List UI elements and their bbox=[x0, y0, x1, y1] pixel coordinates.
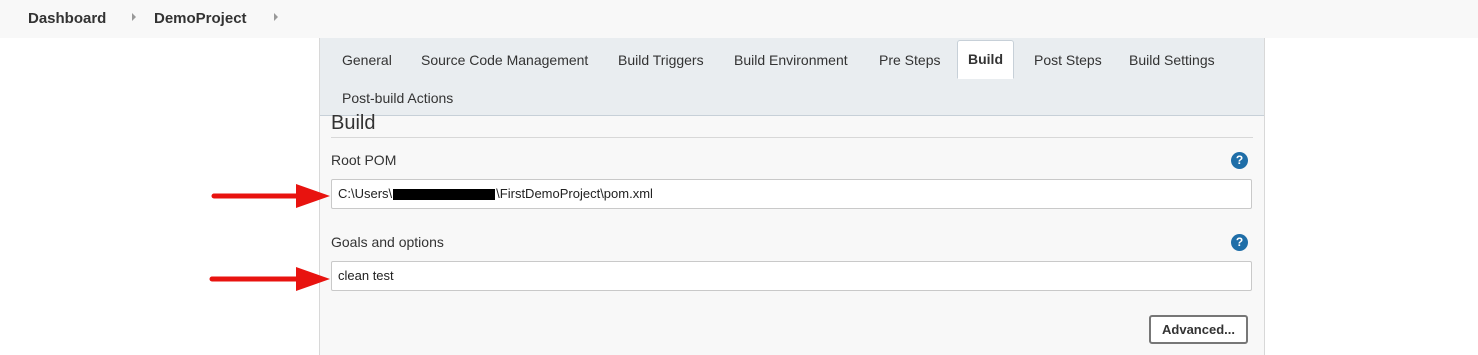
help-icon[interactable]: ? bbox=[1231, 152, 1248, 169]
chevron-right-icon[interactable] bbox=[132, 13, 136, 21]
root-pom-label: Root POM bbox=[331, 152, 397, 168]
tab-build-triggers[interactable]: Build Triggers bbox=[618, 52, 704, 68]
help-icon[interactable]: ? bbox=[1231, 234, 1248, 251]
tab-post-steps[interactable]: Post Steps bbox=[1034, 52, 1102, 68]
goals-label: Goals and options bbox=[331, 234, 444, 250]
breadcrumb-demoproject[interactable]: DemoProject bbox=[154, 10, 247, 27]
tab-build-environment[interactable]: Build Environment bbox=[734, 52, 848, 68]
breadcrumb: Dashboard DemoProject bbox=[0, 0, 1478, 38]
goals-input[interactable]: clean test bbox=[331, 261, 1252, 291]
config-panel: General Source Code Management Build Tri… bbox=[319, 38, 1265, 355]
section-divider bbox=[331, 137, 1253, 138]
tab-post-build-actions[interactable]: Post-build Actions bbox=[342, 90, 453, 106]
root-pom-value-prefix: C:\Users\ bbox=[338, 186, 393, 201]
advanced-button[interactable]: Advanced... bbox=[1149, 315, 1248, 344]
chevron-right-icon[interactable] bbox=[274, 13, 278, 21]
red-arrow-icon bbox=[211, 184, 330, 208]
redaction-block bbox=[393, 189, 496, 201]
tab-build-settings[interactable]: Build Settings bbox=[1129, 52, 1215, 68]
root-pom-value-suffix: \FirstDemoProject\pom.xml bbox=[496, 186, 653, 201]
tab-pre-steps[interactable]: Pre Steps bbox=[879, 52, 940, 68]
tab-general[interactable]: General bbox=[342, 52, 392, 68]
red-arrow-icon bbox=[209, 267, 330, 291]
root-pom-input[interactable]: C:\Users\ \FirstDemoProject\pom.xml bbox=[331, 179, 1252, 209]
tab-build[interactable]: Build bbox=[957, 40, 1014, 79]
tab-bar: General Source Code Management Build Tri… bbox=[320, 38, 1264, 116]
tab-source-code-management[interactable]: Source Code Management bbox=[421, 52, 588, 68]
breadcrumb-dashboard[interactable]: Dashboard bbox=[28, 10, 106, 27]
section-title: Build bbox=[331, 112, 376, 134]
